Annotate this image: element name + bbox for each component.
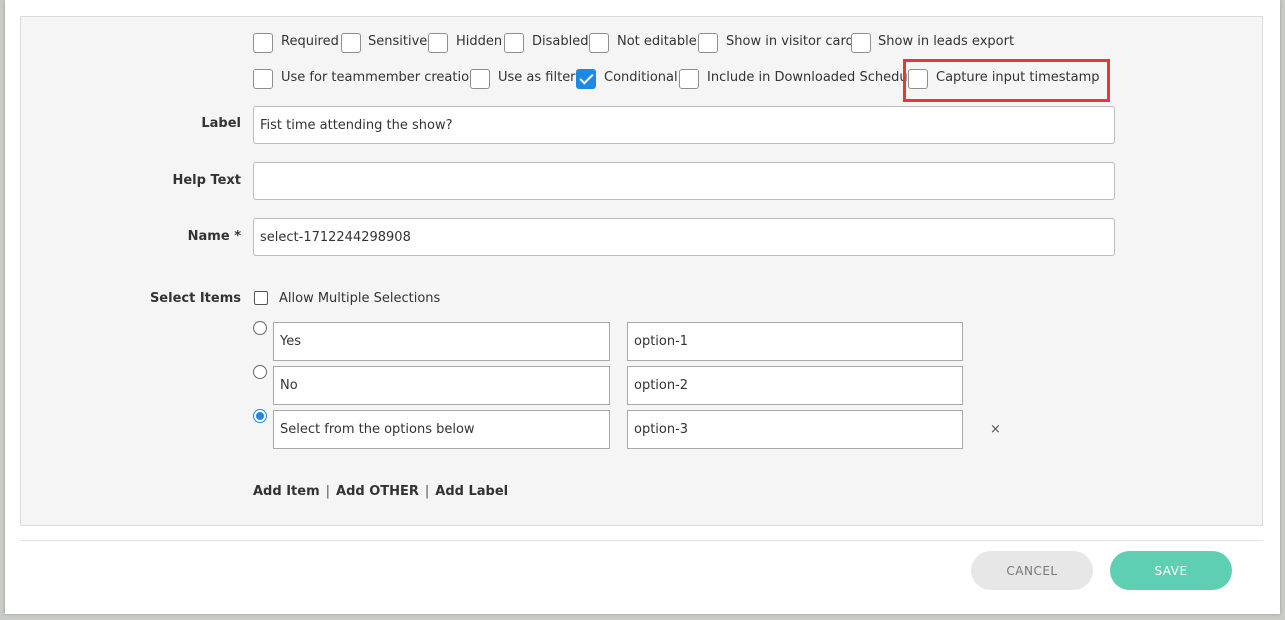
show-in-leads-export-checkbox[interactable] <box>851 33 871 53</box>
add-label-link[interactable]: Add Label <box>435 484 508 499</box>
conditional-checkbox[interactable] <box>576 69 596 89</box>
save-button[interactable]: SAVE <box>1110 551 1232 590</box>
item-1-default-radio[interactable] <box>253 321 267 335</box>
add-links: Add Item | Add OTHER | Add Label <box>253 484 508 499</box>
use-for-teammember-creation-checkbox[interactable] <box>253 69 273 89</box>
hidden-label: Hidden <box>456 34 503 49</box>
item-3-text-input[interactable]: Select from the options below <box>273 410 610 449</box>
conditional-label: Conditional <box>604 70 678 85</box>
required-checkbox[interactable] <box>253 33 273 53</box>
item-1-text-input[interactable]: Yes <box>273 322 610 361</box>
item-3-remove-icon[interactable]: × <box>990 422 1001 437</box>
use-as-filter-label: Use as filter <box>498 70 576 85</box>
disabled-checkbox[interactable] <box>504 33 524 53</box>
allow-multiple-selections-label: Allow Multiple Selections <box>279 291 441 306</box>
help-text-field-label: Help Text <box>172 173 241 188</box>
not-editable-checkbox[interactable] <box>589 33 609 53</box>
include-in-downloaded-schedule-checkbox[interactable] <box>679 69 699 89</box>
allow-multiple-selections-checkbox[interactable] <box>254 291 268 305</box>
required-label: Required <box>281 34 339 49</box>
cancel-button[interactable]: CANCEL <box>971 551 1093 590</box>
item-2-value-input[interactable]: option-2 <box>627 366 963 405</box>
not-editable-label: Not editable <box>617 34 697 49</box>
highlight-box <box>903 59 1110 102</box>
name-input[interactable]: select-1712244298908 <box>253 218 1115 256</box>
item-3-default-radio[interactable] <box>253 409 267 423</box>
item-2-default-radio[interactable] <box>253 365 267 379</box>
name-field-label: Name * <box>187 229 241 244</box>
add-item-link[interactable]: Add Item <box>253 484 320 499</box>
sensitive-label: Sensitive <box>368 34 428 49</box>
label-input[interactable]: Fist time attending the show? <box>253 106 1115 144</box>
link-separator: | <box>424 484 430 499</box>
use-for-teammember-creation-label: Use for teammember creation <box>281 70 478 85</box>
link-separator: | <box>325 484 331 499</box>
footer-divider <box>20 540 1263 541</box>
show-in-leads-export-label: Show in leads export <box>878 34 1015 49</box>
item-2-text-input[interactable]: No <box>273 366 610 405</box>
sensitive-checkbox[interactable] <box>341 33 361 53</box>
show-in-visitor-card-label: Show in visitor card <box>726 34 854 49</box>
hidden-checkbox[interactable] <box>428 33 448 53</box>
item-3-value-input[interactable]: option-3 <box>627 410 963 449</box>
show-in-visitor-card-checkbox[interactable] <box>698 33 718 53</box>
add-other-link[interactable]: Add OTHER <box>336 484 419 499</box>
item-1-value-input[interactable]: option-1 <box>627 322 963 361</box>
include-in-downloaded-schedule-label: Include in Downloaded Schedule <box>707 70 920 85</box>
select-items-label: Select Items <box>149 291 241 306</box>
use-as-filter-checkbox[interactable] <box>470 69 490 89</box>
help-text-input[interactable] <box>253 162 1115 200</box>
disabled-label: Disabled <box>532 34 589 49</box>
label-field-label: Label <box>201 116 241 131</box>
field-editor-dialog: Required Sensitive Hidden Disabled Not e… <box>5 0 1280 614</box>
